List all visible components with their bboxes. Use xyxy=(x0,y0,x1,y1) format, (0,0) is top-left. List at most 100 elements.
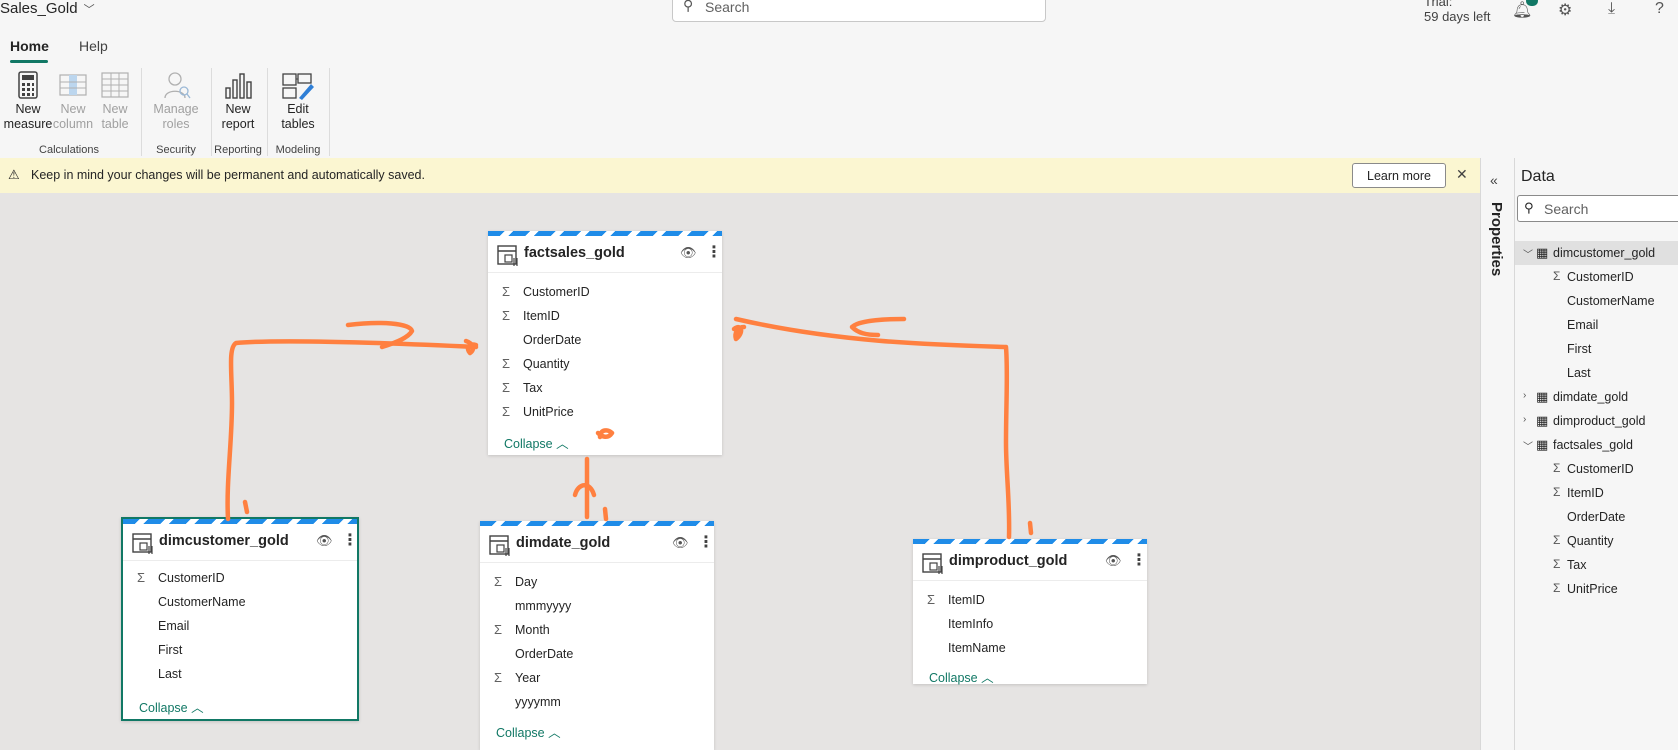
warning-text: Keep in mind your changes will be perman… xyxy=(31,168,425,182)
tree-table-factsales[interactable]: ﹀ ▦ factsales_gold xyxy=(1515,433,1678,457)
tree-field[interactable]: Email xyxy=(1515,313,1678,337)
notification-badge xyxy=(1526,0,1538,6)
trial-label: Trial: xyxy=(1424,0,1453,9)
properties-label[interactable]: Properties xyxy=(1488,202,1505,276)
relationship-annotations xyxy=(225,316,1034,540)
search-icon: ⚲ xyxy=(1524,200,1534,215)
tree-field[interactable]: Σ Quantity xyxy=(1515,529,1678,553)
customer-many-mark xyxy=(463,338,479,356)
gear-icon[interactable]: ⚙ xyxy=(1558,0,1572,20)
ribbon-divider xyxy=(211,68,212,156)
tree-field[interactable]: Σ CustomerID xyxy=(1515,457,1678,481)
trial-status: Trial: 59 days left xyxy=(1424,0,1491,24)
tree-field-label: Last xyxy=(1567,366,1591,380)
report-title[interactable]: Sales_Gold ﹀ xyxy=(0,0,95,17)
new-column-button[interactable]: New column xyxy=(52,70,94,132)
sigma-icon: Σ xyxy=(1553,461,1561,475)
table-icon: ▦ xyxy=(1536,437,1549,452)
ribbon: Home Help New measure New column New tab… xyxy=(0,32,1678,158)
new-measure-label: New measure xyxy=(3,102,53,131)
table-icon: ▦ xyxy=(1536,245,1549,260)
tree-label: dimdate_gold xyxy=(1553,390,1629,404)
chevron-down-icon[interactable]: ﹀ xyxy=(1523,246,1533,261)
chevron-down-icon[interactable]: ﹀ xyxy=(84,4,95,16)
close-icon[interactable]: ✕ xyxy=(1456,166,1468,183)
properties-pane[interactable]: « Properties xyxy=(1480,158,1514,750)
tab-home-underline xyxy=(10,60,48,63)
tree-field-label: Email xyxy=(1567,318,1599,332)
group-security: Security xyxy=(156,144,196,156)
model-canvas[interactable]: factsales_gold 👁︎ ⋮ Σ CustomerID Σ ItemID … xyxy=(0,193,1480,750)
top-bar: Sales_Gold ﹀ ⚲ Search Trial: 59 days left … xyxy=(0,0,1678,32)
chevron-right-icon[interactable]: › xyxy=(1523,414,1526,425)
help-icon[interactable]: ? xyxy=(1655,0,1664,18)
date-arrow-head xyxy=(572,483,597,498)
tree-field[interactable]: Σ ItemID xyxy=(1515,481,1678,505)
tree-field-label: First xyxy=(1567,342,1592,356)
ribbon-divider xyxy=(267,68,268,156)
expand-pane-icon[interactable]: « xyxy=(1490,172,1498,188)
new-table-icon xyxy=(101,72,129,98)
tree-table-dimproduct[interactable]: › ▦ dimproduct_gold xyxy=(1515,409,1678,433)
tree-label: factsales_gold xyxy=(1553,438,1633,452)
tree-field[interactable]: Σ Tax xyxy=(1515,553,1678,577)
global-search-box[interactable]: ⚲ Search xyxy=(672,0,1046,22)
tree-field[interactable]: First xyxy=(1515,337,1678,361)
sigma-icon: Σ xyxy=(1553,485,1561,499)
warning-icon: ⚠ xyxy=(8,167,20,182)
new-report-button[interactable]: New report xyxy=(214,70,262,132)
tree-field-label: CustomerID xyxy=(1567,270,1634,284)
tree-field[interactable]: Last xyxy=(1515,361,1678,385)
learn-more-button[interactable]: Learn more xyxy=(1352,163,1446,188)
product-relationship-line xyxy=(733,316,1012,540)
date-one-mark xyxy=(602,506,609,522)
tree-table-dimcustomer[interactable]: ﹀ ▦ dimcustomer_gold xyxy=(1515,241,1678,265)
sigma-icon: Σ xyxy=(1553,533,1561,547)
tree-field-label: ItemID xyxy=(1567,486,1604,500)
download-icon[interactable]: ⤓ xyxy=(1608,0,1615,18)
bar-chart-icon xyxy=(225,73,252,99)
new-report-label: New report xyxy=(221,102,255,131)
tree-field[interactable]: Σ CustomerID xyxy=(1515,265,1678,289)
warning-banner: ⚠ Keep in mind your changes will be perm… xyxy=(0,158,1480,193)
trial-days-left: 59 days left xyxy=(1424,9,1491,24)
tree-field[interactable]: Σ UnitPrice xyxy=(1515,577,1678,601)
tab-home[interactable]: Home xyxy=(10,38,49,54)
chevron-right-icon[interactable]: › xyxy=(1523,390,1526,401)
date-many-mark xyxy=(595,428,615,440)
product-arrow-head xyxy=(849,316,907,338)
chevron-down-icon[interactable]: ﹀ xyxy=(1523,438,1533,453)
tree-label: dimproduct_gold xyxy=(1553,414,1646,428)
global-search-placeholder: Search xyxy=(705,0,750,15)
group-reporting: Reporting xyxy=(214,144,262,156)
edit-tables-icon xyxy=(282,73,314,100)
new-table-button[interactable]: New table xyxy=(94,70,136,132)
tree-field[interactable]: CustomerName xyxy=(1515,289,1678,313)
manage-roles-label: Manage roles xyxy=(153,102,199,131)
tree-field-label: CustomerID xyxy=(1567,462,1634,476)
calculator-icon xyxy=(18,71,38,99)
customer-relationship-line xyxy=(225,339,479,522)
product-many-mark xyxy=(731,324,747,342)
manage-roles-button[interactable]: Manage roles xyxy=(146,70,206,132)
edit-tables-button[interactable]: Edit tables xyxy=(272,70,324,132)
product-one-mark xyxy=(1027,520,1034,536)
data-pane-title: Data xyxy=(1521,168,1555,185)
new-table-label: New table xyxy=(101,102,129,131)
report-title-text: Sales_Gold xyxy=(0,0,78,17)
data-pane: Data ⚲ Search ﹀ ▦ dimcustomer_gold Σ Cust… xyxy=(1514,158,1678,750)
ribbon-divider xyxy=(141,68,142,156)
tree-field[interactable]: OrderDate xyxy=(1515,505,1678,529)
new-column-icon xyxy=(59,74,87,96)
data-search-input[interactable]: ⚲ Search xyxy=(1517,195,1678,222)
table-icon: ▦ xyxy=(1536,413,1549,428)
sigma-icon: Σ xyxy=(1553,269,1561,283)
manage-roles-icon xyxy=(164,72,191,99)
search-icon: ⚲ xyxy=(683,0,694,13)
tree-field-label: CustomerName xyxy=(1567,294,1655,308)
new-measure-button[interactable]: New measure xyxy=(2,70,54,132)
tab-help[interactable]: Help xyxy=(79,38,108,54)
tree-field-label: UnitPrice xyxy=(1567,582,1618,596)
tree-table-dimdate[interactable]: › ▦ dimdate_gold xyxy=(1515,385,1678,409)
tree-field-label: Tax xyxy=(1567,558,1587,572)
